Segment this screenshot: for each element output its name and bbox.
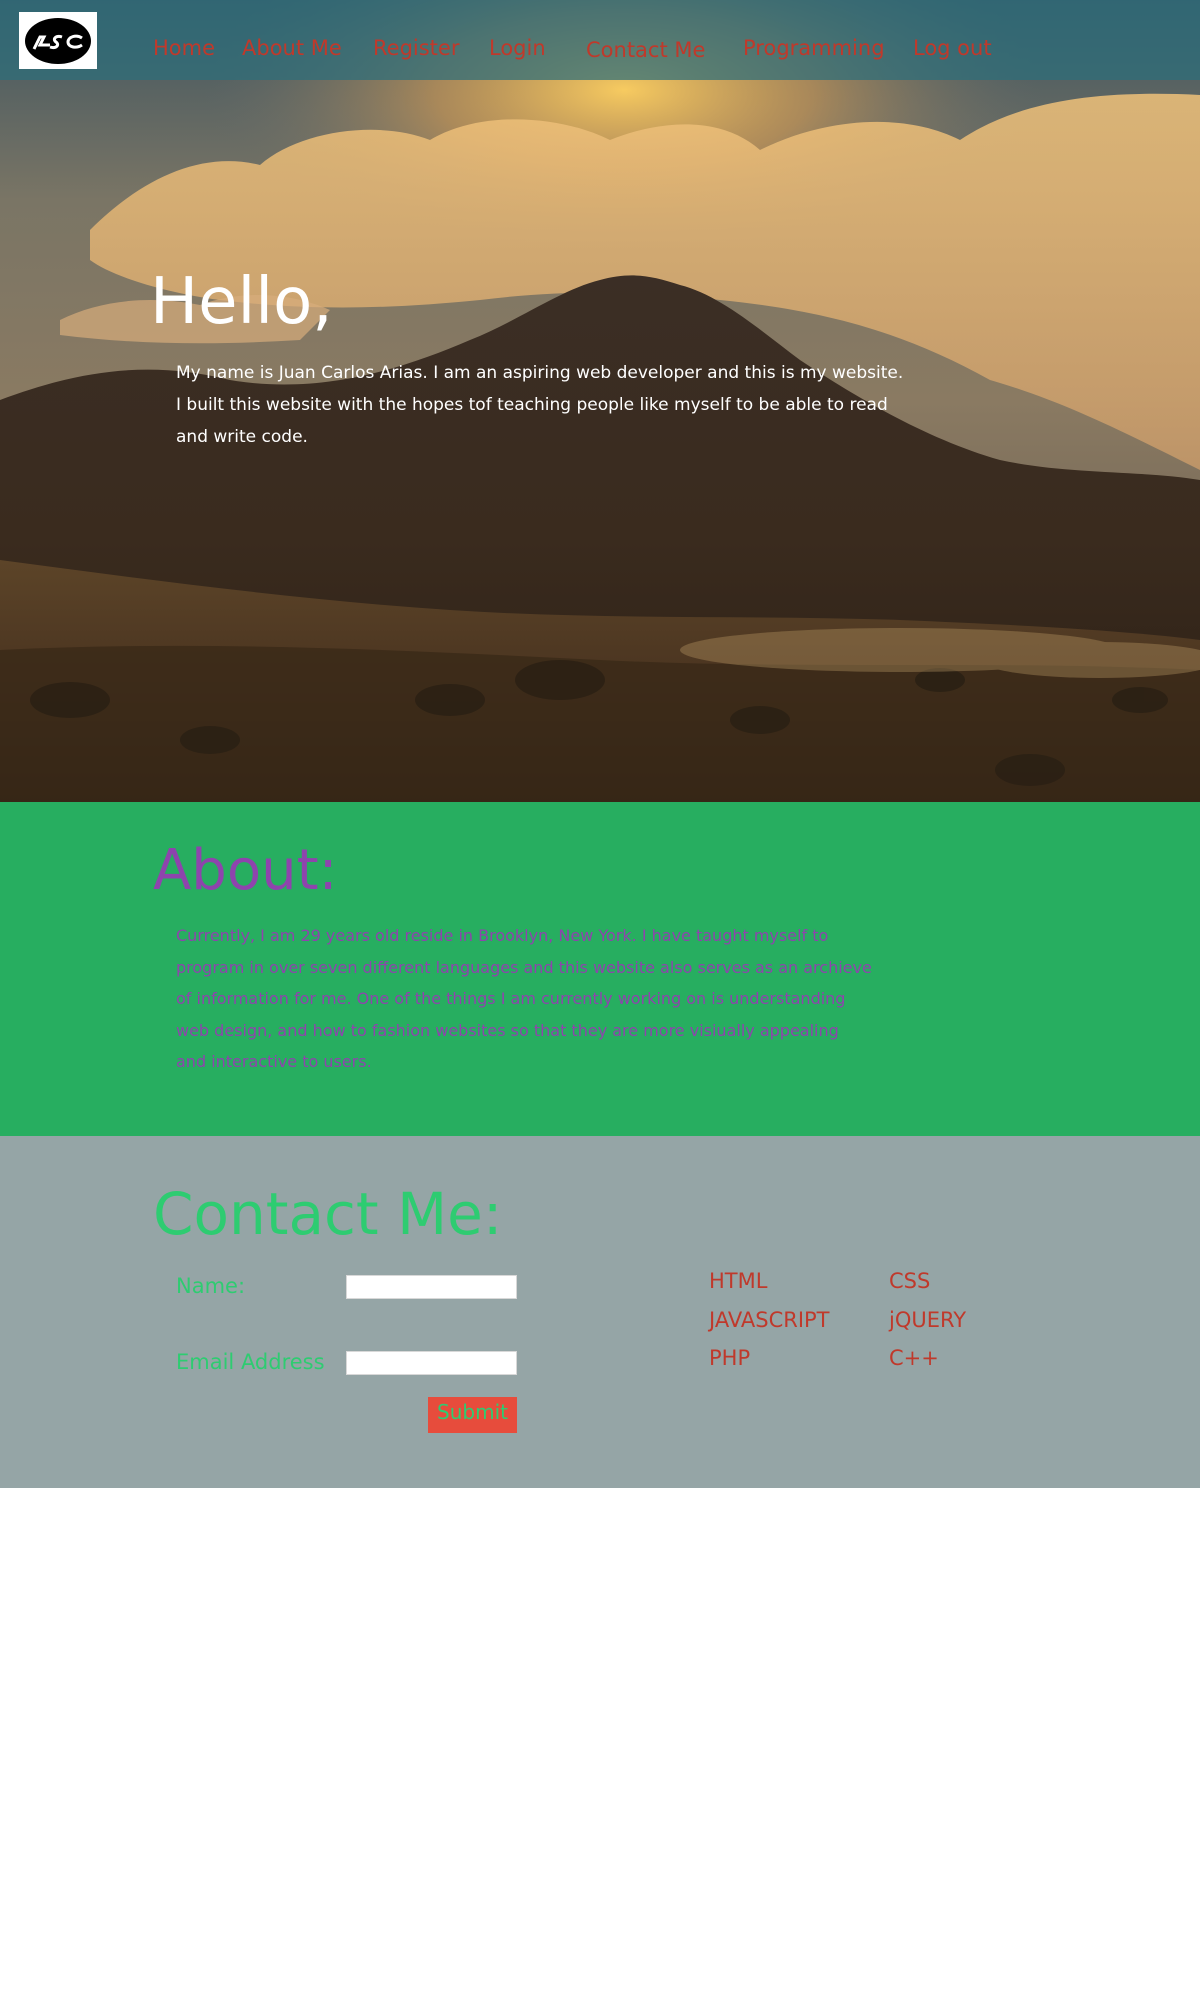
nav-contact-me-link[interactable]: Contact Me	[586, 36, 705, 64]
nav-programming-link[interactable]: Programming	[743, 34, 885, 62]
about-heading: About:	[153, 838, 338, 903]
hero-section: Hello, My name is Juan Carlos Arias. I a…	[0, 0, 1200, 802]
page-blank-area	[0, 1488, 1200, 2000]
name-input[interactable]	[346, 1275, 517, 1299]
nav-home-link[interactable]: Home	[153, 34, 215, 62]
hero-line: and write code.	[176, 427, 308, 447]
about-text: Currently, I am 29 years old reside in B…	[176, 920, 872, 1078]
site-logo[interactable]	[19, 12, 97, 69]
nav-log-out-link[interactable]: Log out	[913, 34, 992, 62]
nav-about-me-link[interactable]: About Me	[242, 34, 342, 62]
email-label: Email Address	[176, 1350, 325, 1374]
about-line: of information for me. One of the things…	[176, 989, 846, 1008]
top-nav-bar: Home About Me Register Login Contact Me …	[0, 0, 1200, 80]
nav-login-link[interactable]: Login	[489, 34, 546, 62]
about-section: About: Currently, I am 29 years old resi…	[0, 802, 1200, 1136]
skill-html: HTML	[709, 1269, 768, 1293]
skill-php: PHP	[709, 1346, 751, 1370]
skill-jquery: jQUERY	[889, 1308, 967, 1332]
about-line: web design, and how to fashion websites …	[176, 1020, 839, 1040]
hero-heading: Hello,	[150, 265, 333, 339]
email-input[interactable]	[346, 1351, 517, 1375]
skill-cpp: C++	[889, 1346, 939, 1370]
contact-heading: Contact Me:	[153, 1180, 503, 1248]
about-line: Currently, I am 29 years old reside in B…	[176, 926, 829, 945]
about-line: program in over seven different language…	[176, 957, 872, 977]
skill-css: CSS	[889, 1269, 931, 1293]
skill-javascript: JAVASCRIPT	[709, 1308, 830, 1332]
hero-intro-text: My name is Juan Carlos Arias. I am an as…	[176, 357, 904, 453]
name-label: Name:	[176, 1274, 246, 1298]
contact-section: Contact Me: Name: Email Address Submit H…	[0, 1136, 1200, 1488]
about-line: and interactive to users.	[176, 1052, 372, 1071]
submit-button[interactable]: Submit	[428, 1397, 517, 1433]
nav-register-link[interactable]: Register	[373, 34, 459, 62]
lsc-logo-icon	[25, 17, 91, 64]
hero-line: My name is Juan Carlos Arias. I am an as…	[176, 363, 904, 383]
hero-line: I built this website with the hopes tof …	[176, 395, 888, 415]
